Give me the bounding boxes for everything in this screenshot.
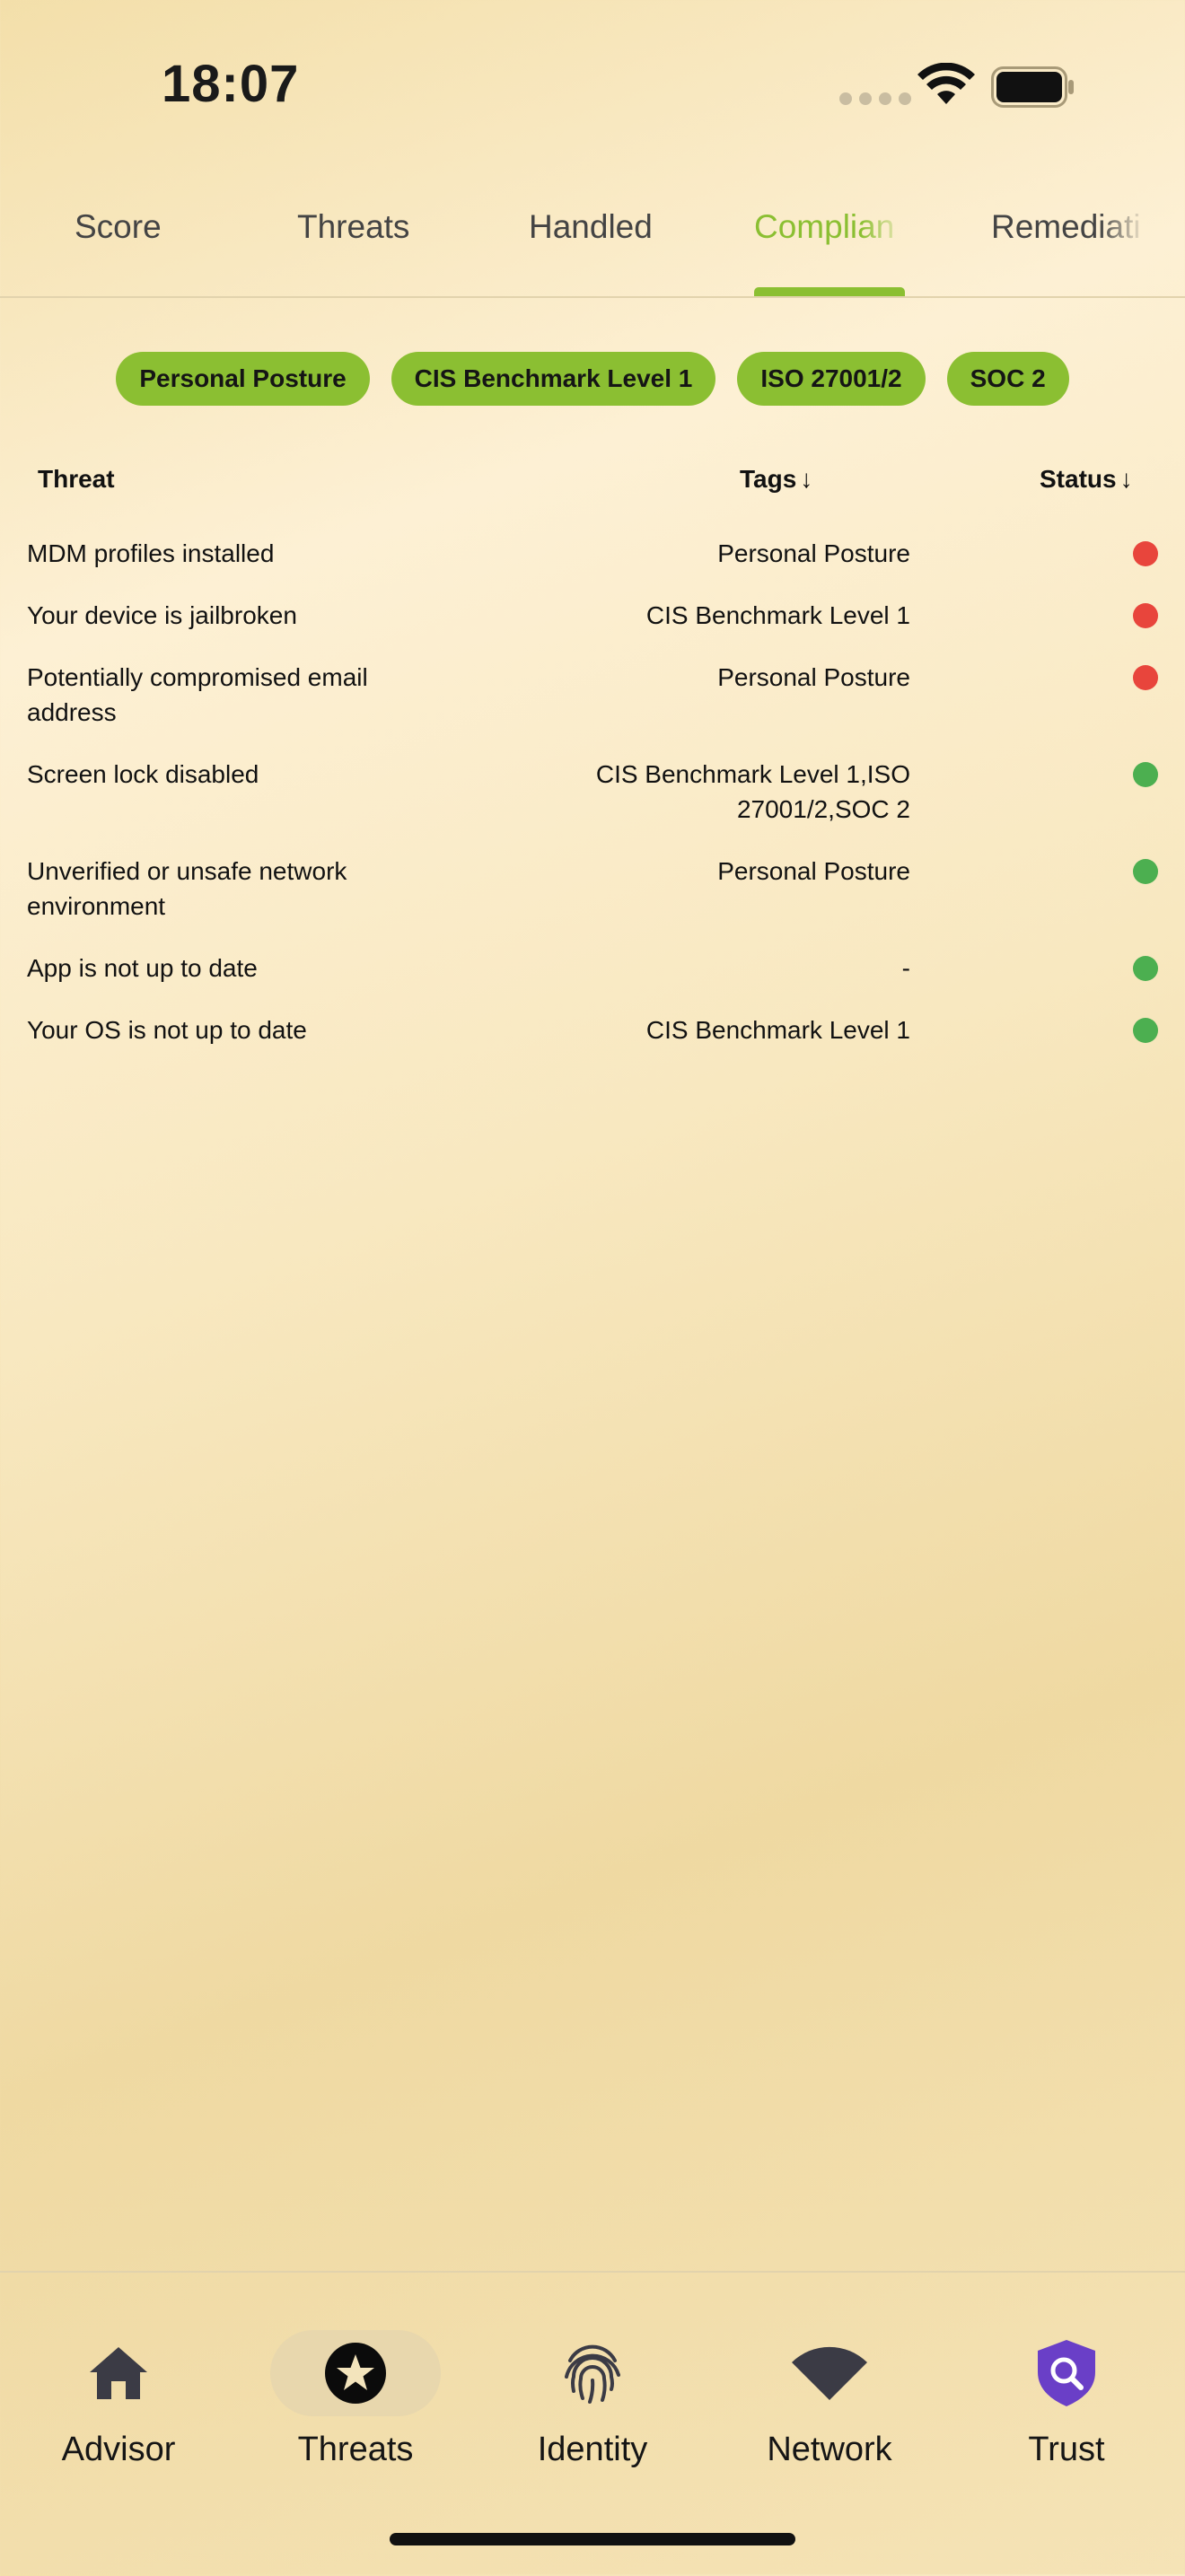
sort-down-icon: ↓ xyxy=(1119,465,1133,493)
status-indicator xyxy=(1133,1018,1158,1043)
chip-personal-posture[interactable]: Personal Posture xyxy=(116,352,370,406)
tab-compliance[interactable]: Complian xyxy=(754,208,907,246)
top-tab-bar: Score Threats Handled Complian Remediati xyxy=(0,171,1185,298)
threat-name: App is not up to date xyxy=(27,954,258,982)
threat-tags: CIS Benchmark Level 1 xyxy=(645,601,910,629)
status-indicator xyxy=(1133,956,1158,981)
threat-tags: - xyxy=(901,954,910,982)
fingerprint-icon xyxy=(507,2330,678,2416)
threat-name: Your OS is not up to date xyxy=(27,1016,307,1044)
chip-cis-benchmark[interactable]: CIS Benchmark Level 1 xyxy=(391,352,716,406)
threat-name: Your device is jailbroken xyxy=(27,601,297,629)
battery-icon xyxy=(991,66,1074,108)
column-header-tags-label: Tags xyxy=(740,465,797,493)
nav-identity[interactable]: Identity xyxy=(494,2330,691,2469)
wifi-status-icon xyxy=(917,63,975,104)
tab-score[interactable]: Score xyxy=(75,208,162,246)
compliance-filter-chips: Personal Posture CIS Benchmark Level 1 I… xyxy=(0,352,1185,406)
nav-threats-label: Threats xyxy=(297,2431,414,2468)
clock: 18:07 xyxy=(162,55,300,113)
cellular-signal-icon xyxy=(839,92,911,105)
table-header: Threat Tags ↓ Status ↓ xyxy=(0,465,1185,501)
column-header-threat[interactable]: Threat xyxy=(38,465,115,494)
nav-trust-label: Trust xyxy=(1028,2431,1105,2468)
wifi-icon xyxy=(744,2330,915,2416)
active-tab-indicator xyxy=(754,287,905,296)
nav-advisor-label: Advisor xyxy=(61,2431,176,2468)
nav-advisor[interactable]: Advisor xyxy=(20,2330,217,2469)
star-icon xyxy=(270,2330,441,2416)
sort-down-icon: ↓ xyxy=(800,465,813,493)
tab-remediation[interactable]: Remediati xyxy=(991,208,1146,246)
column-header-tags[interactable]: Tags ↓ xyxy=(740,465,812,494)
nav-network-label: Network xyxy=(767,2431,892,2468)
status-indicator xyxy=(1133,859,1158,884)
status-indicator xyxy=(1133,665,1158,690)
nav-trust[interactable]: Trust xyxy=(968,2330,1165,2469)
threat-name: Unverified or unsafe network environment xyxy=(27,857,347,920)
status-bar: 18:07 xyxy=(0,0,1185,171)
chip-soc2[interactable]: SOC 2 xyxy=(946,352,1069,406)
column-header-status-label: Status xyxy=(1040,465,1117,493)
threat-tags: CIS Benchmark Level 1,ISO 27001/2,SOC 2 xyxy=(595,760,910,823)
threat-name: Screen lock disabled xyxy=(27,760,259,788)
chip-iso[interactable]: ISO 27001/2 xyxy=(737,352,926,406)
nav-identity-label: Identity xyxy=(537,2431,648,2468)
tab-handled[interactable]: Handled xyxy=(529,208,653,246)
threat-name: MDM profiles installed xyxy=(27,539,275,567)
bottom-navigation-bar: Advisor Threats Identity Network Trust xyxy=(0,2271,1185,2576)
threat-tags: Personal Posture xyxy=(717,539,910,567)
threat-tags: Personal Posture xyxy=(717,663,910,691)
threat-tags: CIS Benchmark Level 1 xyxy=(645,1016,910,1044)
status-indicator xyxy=(1133,603,1158,628)
shield-search-icon xyxy=(981,2330,1152,2416)
column-header-status[interactable]: Status ↓ xyxy=(1040,465,1133,494)
home-icon xyxy=(33,2330,204,2416)
nav-threats[interactable]: Threats xyxy=(257,2330,454,2469)
home-indicator[interactable] xyxy=(390,2533,795,2545)
threat-name: Potentially compromised email address xyxy=(27,663,368,726)
tab-threats[interactable]: Threats xyxy=(297,208,409,246)
threat-tags: Personal Posture xyxy=(717,857,910,885)
status-indicator xyxy=(1133,541,1158,566)
nav-network[interactable]: Network xyxy=(731,2330,928,2469)
status-indicator xyxy=(1133,762,1158,787)
